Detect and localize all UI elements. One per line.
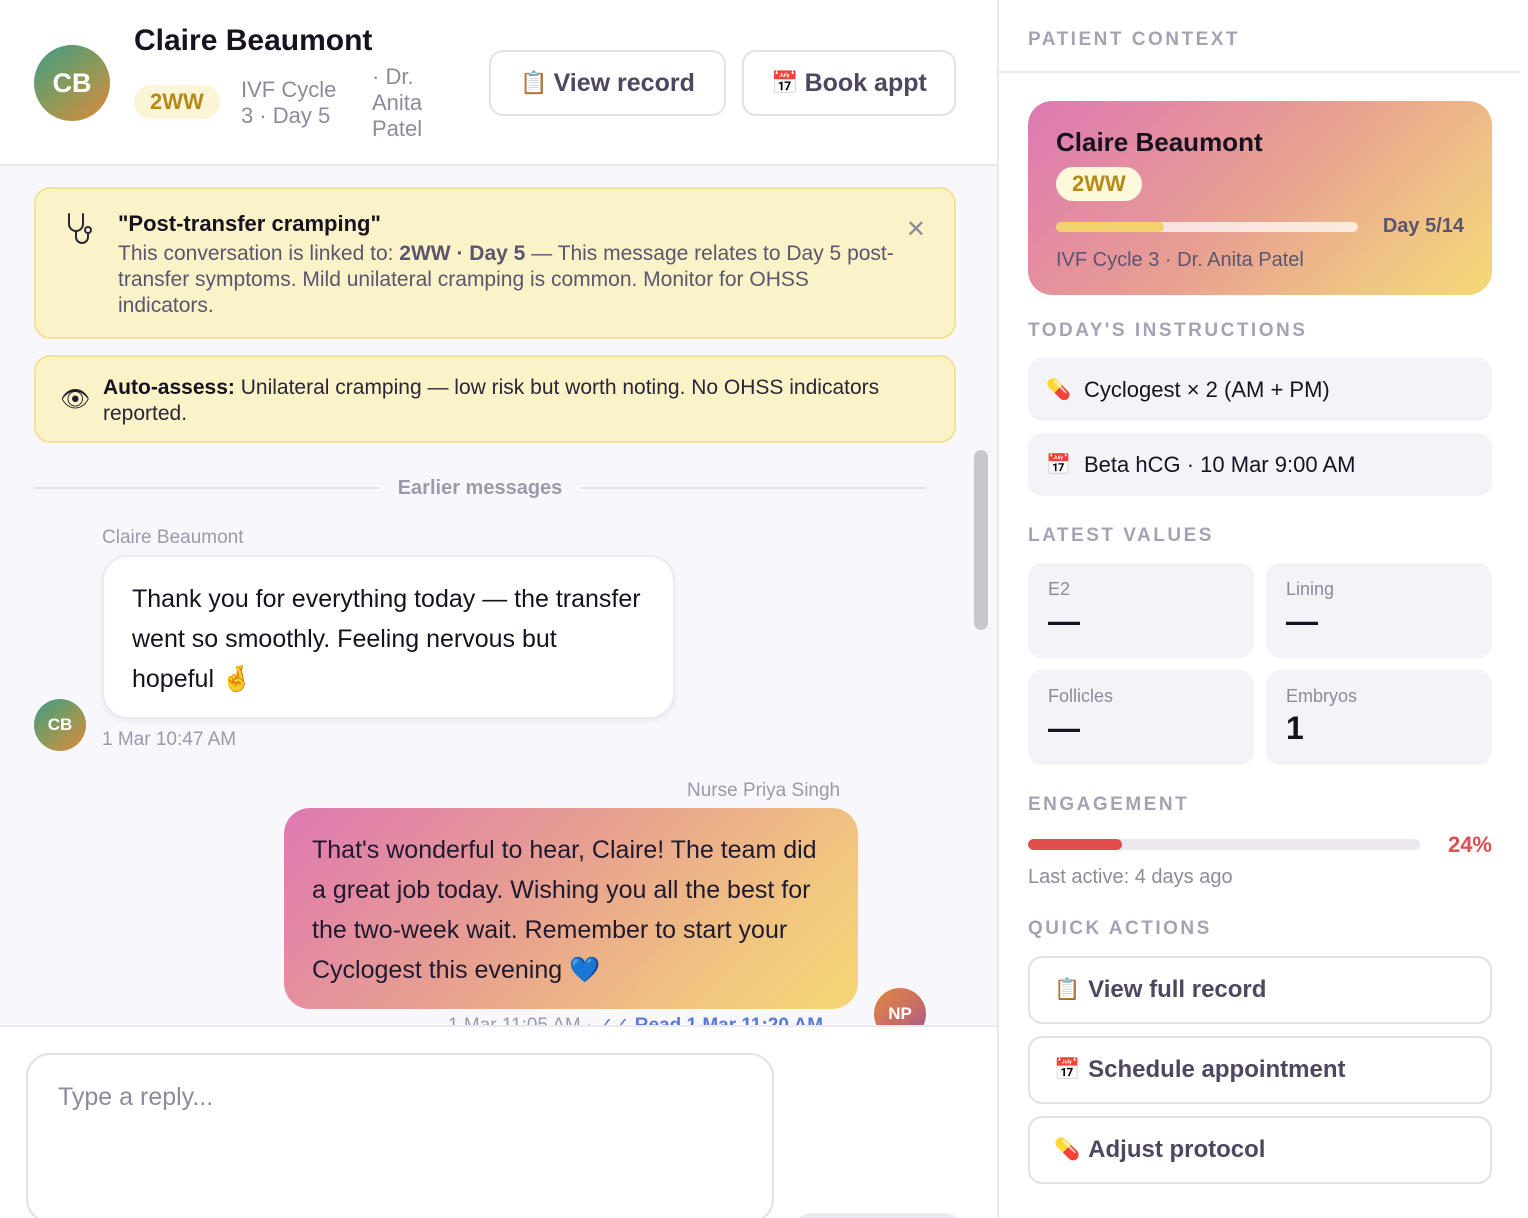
message-sender: Nurse Priya Singh (687, 780, 841, 801)
incoming-message-bubble: Thank you for everything today — the tra… (102, 555, 675, 719)
outgoing-message-bubble: That's wonderful to hear, Claire! The te… (284, 808, 858, 1009)
pill-icon: 💊 (1054, 1138, 1081, 1161)
message-timestamp: 1 Mar 11:05 AM · ✓✓ Read 1 Mar 11:20 AM (448, 1014, 823, 1025)
stethoscope-icon (64, 211, 98, 254)
banner-description: This conversation is linked to: 2WW · Da… (118, 242, 894, 317)
reply-input[interactable]: Type a reply... (26, 1053, 774, 1218)
engagement-title: ENGAGEMENT (1028, 794, 1190, 815)
value-card-e2: E2 — (1028, 563, 1254, 658)
calendar-icon: 📅 (1054, 1058, 1081, 1081)
patient-summary-card[interactable]: Claire Beaumont 2WW Day 5/14 IVF Cycle 3… (1028, 101, 1492, 295)
calendar-icon: 📅 (771, 70, 799, 95)
sender-avatar: CB (34, 699, 86, 751)
panel-title: PATIENT CONTEXT (1028, 29, 1241, 50)
scrollbar-thumb[interactable] (974, 450, 988, 630)
earlier-messages-divider: Earlier messages (34, 473, 926, 503)
patient-context-panel: PATIENT CONTEXT Claire Beaumont 2WW Day … (997, 0, 1528, 1218)
view-record-label: View record (553, 68, 695, 97)
engagement-bar (1028, 839, 1420, 850)
instructions-title: TODAY'S INSTRUCTIONS (1028, 320, 1308, 341)
card-patient-name: Claire Beaumont (1056, 127, 1263, 157)
sender-avatar: NP (874, 988, 926, 1025)
clipboard-icon: 📋 (1054, 978, 1081, 1001)
schedule-appointment-button[interactable]: 📅 Schedule appointment (1028, 1036, 1492, 1104)
close-icon[interactable]: ✕ (906, 215, 926, 244)
conversation-pane: CB Claire Beaumont 2WW IVF Cycle 3 · Day… (0, 0, 997, 1218)
quick-actions-title: QUICK ACTIONS (1028, 918, 1212, 939)
earlier-messages-label[interactable]: Earlier messages (378, 477, 583, 500)
values-title: LATEST VALUES (1028, 525, 1214, 546)
book-appt-button[interactable]: 📅 Book appt (742, 50, 956, 116)
card-subtitle: IVF Cycle 3 · Dr. Anita Patel (1056, 249, 1304, 271)
auto-assess-banner: 👁 Auto-assess: Unilateral cramping — low… (34, 355, 956, 443)
clipboard-icon: 📋 (520, 70, 548, 95)
engagement-fill (1028, 839, 1123, 850)
adjust-protocol-button[interactable]: 💊 Adjust protocol (1028, 1116, 1492, 1184)
doctor-name: · Dr. Anita Patel (372, 64, 423, 141)
last-active: Last active: 4 days ago (1028, 866, 1233, 888)
eye-icon: 👁 (60, 386, 91, 413)
book-appt-label: Book appt (804, 68, 927, 97)
banner-title: "Post-transfer cramping" (118, 211, 381, 236)
calendar-icon: 📅 (1046, 454, 1071, 476)
stage-badge: 2WW (134, 85, 220, 119)
context-link-banner: "Post-transfer cramping" This conversati… (34, 187, 956, 339)
cycle-progress-bar (1056, 222, 1358, 232)
patient-name: Claire Beaumont (134, 24, 373, 57)
card-stage-badge: 2WW (1056, 167, 1142, 201)
auto-assess-text: Auto-assess: Unilateral cramping — low r… (103, 376, 880, 425)
panel-header: PATIENT CONTEXT (999, 0, 1520, 73)
value-card-embryos: Embryos 1 (1266, 670, 1492, 765)
cycle-progress-fill (1056, 222, 1164, 232)
message-scroll-area[interactable]: "Post-transfer cramping" This conversati… (0, 166, 997, 1025)
instruction-item: 💊 Cyclogest × 2 (AM + PM) (1028, 358, 1492, 421)
scrollbar[interactable] (970, 446, 992, 1025)
conversation-header: CB Claire Beaumont 2WW IVF Cycle 3 · Day… (0, 0, 997, 166)
message-timestamp: 1 Mar 10:47 AM (102, 729, 237, 750)
message-sender: Claire Beaumont (102, 527, 244, 548)
send-button[interactable] (792, 1213, 964, 1218)
pill-icon: 💊 (1046, 379, 1071, 401)
view-full-record-button[interactable]: 📋 View full record (1028, 956, 1492, 1024)
cycle-info: IVF Cycle 3 · Day 5 (241, 77, 337, 128)
read-receipt: ✓✓ Read 1 Mar 11:20 AM (598, 1015, 823, 1025)
value-card-lining: Lining — (1266, 563, 1492, 658)
value-card-follicles: Follicles — (1028, 670, 1254, 765)
cycle-day-label: Day 5/14 (1382, 215, 1464, 237)
view-record-button[interactable]: 📋 View record (489, 50, 726, 116)
patient-avatar[interactable]: CB (34, 45, 110, 121)
linked-stage-link[interactable]: 2WW · Day 5 (399, 242, 525, 265)
reply-composer: Type a reply... (0, 1025, 997, 1218)
instruction-item: 📅 Beta hCG · 10 Mar 9:00 AM (1028, 433, 1492, 496)
engagement-percent: 24% (1447, 832, 1492, 857)
